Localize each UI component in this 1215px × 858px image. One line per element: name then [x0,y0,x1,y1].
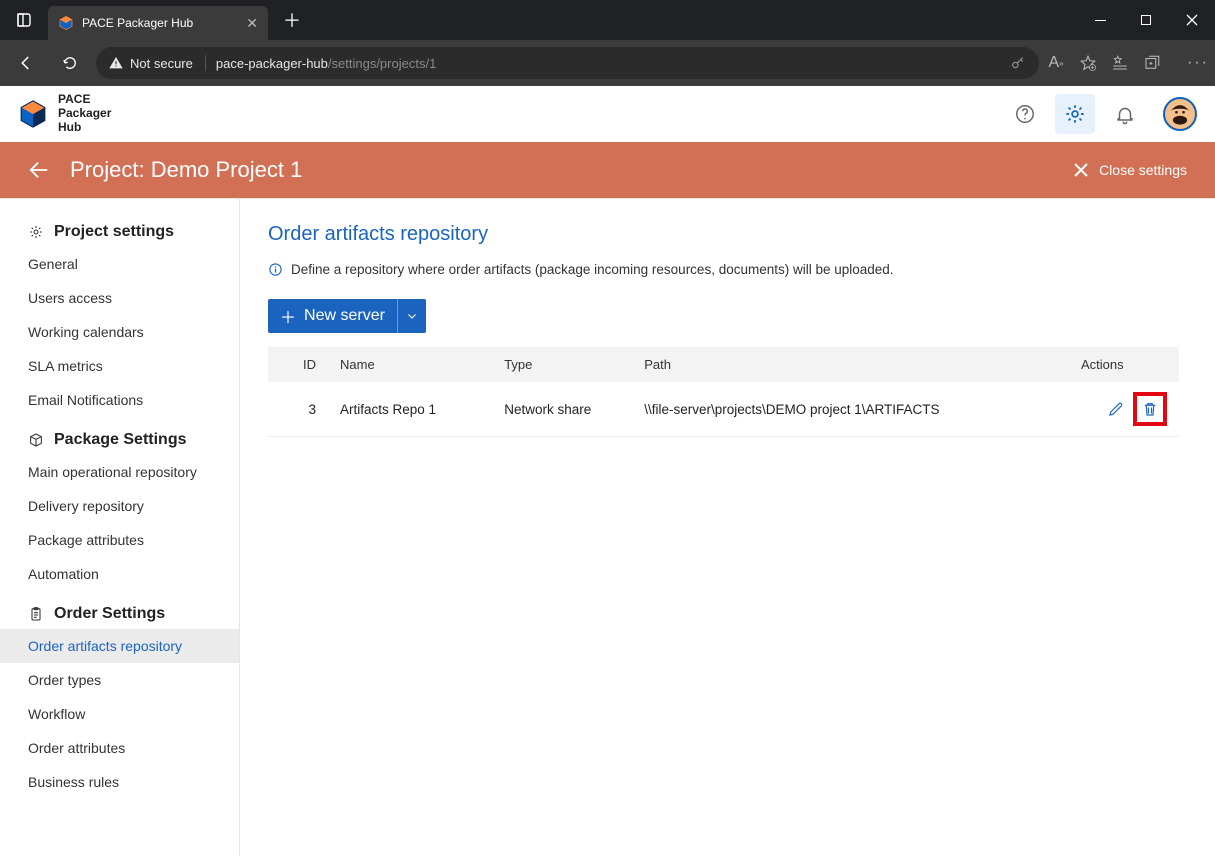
favicon-icon [58,15,74,31]
address-bar[interactable]: Not secure pace-packager-hub/settings/pr… [96,47,1039,79]
new-server-button[interactable]: ＋ New server [268,299,426,333]
table-header-row: ID Name Type Path Actions [268,347,1179,382]
browser-tab-title: PACE Packager Hub [82,16,238,30]
warning-icon [108,55,124,71]
read-aloud-icon[interactable]: A» [1047,54,1065,72]
col-id[interactable]: ID [268,347,328,382]
clipboard-icon [28,606,44,622]
new-tab-button[interactable]: ＋ [274,5,310,35]
tab-close-icon[interactable]: ✕ [246,15,258,32]
sidebar-heading-project-settings: Project settings [0,217,239,247]
security-label: Not secure [130,56,193,71]
new-server-dropdown[interactable] [398,299,426,333]
help-button[interactable] [1005,94,1045,134]
repo-table: ID Name Type Path Actions 3 Artifacts Re… [268,347,1179,437]
security-indicator[interactable]: Not secure [108,55,206,71]
notifications-button[interactable] [1105,94,1145,134]
info-text: Define a repository where order artifact… [291,262,894,277]
cell-name: Artifacts Repo 1 [328,382,492,437]
back-arrow-icon[interactable] [28,159,50,181]
sidebar-heading-order-settings: Order Settings [0,599,239,629]
window-close-button[interactable] [1169,0,1215,40]
browser-tab[interactable]: PACE Packager Hub ✕ [48,6,268,40]
favorites-bar-icon[interactable] [1111,54,1129,72]
info-icon [268,262,283,277]
sidebar-item-business-rules[interactable]: Business rules [0,765,239,799]
sidebar-item-users-access[interactable]: Users access [0,281,239,315]
col-type[interactable]: Type [492,347,632,382]
password-key-icon[interactable] [1009,54,1027,72]
plus-icon: ＋ [280,304,296,328]
cell-type: Network share [492,382,632,437]
delete-button-highlighted[interactable] [1133,392,1167,426]
favorites-star-icon[interactable] [1079,54,1097,72]
pencil-icon [1107,400,1125,418]
col-actions: Actions [1069,347,1179,382]
nav-refresh-button[interactable] [52,47,88,79]
sidebar-item-order-attributes[interactable]: Order attributes [0,731,239,765]
nav-back-button[interactable] [8,47,44,79]
trash-icon [1141,400,1159,418]
sidebar: Project settings General Users access Wo… [0,199,240,856]
tab-actions-button[interactable] [6,5,42,35]
col-path[interactable]: Path [632,347,1069,382]
sidebar-item-automation[interactable]: Automation [0,557,239,591]
collections-icon[interactable] [1143,54,1161,72]
product-name: PACE Packager Hub [58,93,111,134]
sidebar-item-working-calendars[interactable]: Working calendars [0,315,239,349]
window-maximize-button[interactable] [1123,0,1169,40]
close-settings-button[interactable]: Close settings [1073,162,1187,178]
table-row: 3 Artifacts Repo 1 Network share \\file-… [268,382,1179,437]
sidebar-item-email-notifications[interactable]: Email Notifications [0,383,239,417]
cell-id: 3 [268,382,328,437]
gear-icon [28,224,44,240]
package-icon [28,432,44,448]
page-title: Order artifacts repository [268,223,1179,246]
user-avatar[interactable] [1163,97,1197,131]
sidebar-item-order-types[interactable]: Order types [0,663,239,697]
sidebar-item-main-operational-repository[interactable]: Main operational repository [0,455,239,489]
close-settings-label: Close settings [1099,162,1187,178]
info-line: Define a repository where order artifact… [268,262,1179,277]
cell-path: \\file-server\projects\DEMO project 1\AR… [632,382,1069,437]
window-minimize-button[interactable] [1077,0,1123,40]
browser-menu-icon[interactable]: ··· [1189,54,1207,72]
new-server-label: New server [304,307,385,325]
app-logo-icon [18,99,48,129]
close-icon [1073,162,1089,178]
edit-button[interactable] [1107,400,1125,418]
sidebar-heading-package-settings: Package Settings [0,425,239,455]
project-title: Project: Demo Project 1 [70,157,302,183]
settings-button[interactable] [1055,94,1095,134]
sidebar-item-package-attributes[interactable]: Package attributes [0,523,239,557]
sidebar-item-general[interactable]: General [0,247,239,281]
chevron-down-icon [406,310,418,322]
sidebar-item-sla-metrics[interactable]: SLA metrics [0,349,239,383]
sidebar-item-order-artifacts-repository[interactable]: Order artifacts repository [0,629,239,663]
sidebar-item-workflow[interactable]: Workflow [0,697,239,731]
sidebar-item-delivery-repository[interactable]: Delivery repository [0,489,239,523]
col-name[interactable]: Name [328,347,492,382]
url-text: pace-packager-hub/settings/projects/1 [216,56,436,71]
